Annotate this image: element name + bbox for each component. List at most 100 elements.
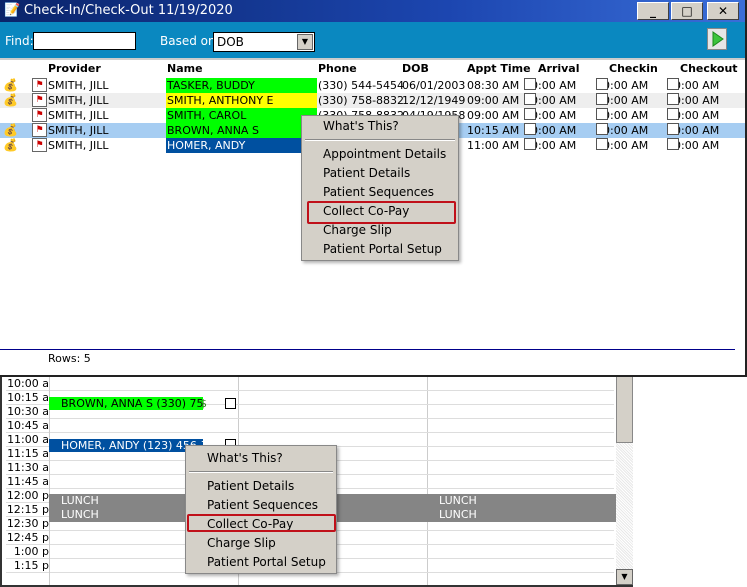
checkout-checkbox[interactable] bbox=[667, 123, 679, 135]
col-appt-time[interactable]: Appt Time bbox=[467, 62, 531, 75]
menu-item-patient-portal-setup[interactable]: Patient Portal Setup bbox=[207, 555, 326, 569]
menu-item-charge-slip[interactable]: Charge Slip bbox=[323, 223, 392, 237]
menu-item-patient-sequences[interactable]: Patient Sequences bbox=[323, 185, 434, 199]
time-label: 12:45 p bbox=[6, 531, 50, 545]
menu-item-patient-details[interactable]: Patient Details bbox=[323, 166, 410, 180]
schedule-appointment-homer[interactable]: HOMER, ANDY (123) 456-7 bbox=[49, 439, 203, 452]
checkin-checkbox[interactable] bbox=[596, 93, 608, 105]
money-bag-icon: 💰 bbox=[3, 93, 18, 107]
maximize-button[interactable]: □ bbox=[671, 2, 703, 20]
checkin-checkbox[interactable] bbox=[596, 78, 608, 90]
checkout-checkbox[interactable] bbox=[667, 108, 679, 120]
find-input[interactable] bbox=[33, 32, 136, 50]
flag-icon[interactable]: ⚑ bbox=[32, 138, 47, 152]
schedule-appointment-brown[interactable]: BROWN, ANNA S (330) 758 bbox=[49, 397, 203, 410]
money-bag-icon: 💰 bbox=[3, 138, 18, 152]
menu-item-charge-slip[interactable]: Charge Slip bbox=[207, 536, 276, 550]
checkin-cell: 00:00 AM bbox=[596, 108, 649, 122]
based-on-select[interactable]: DOB ▼ bbox=[213, 32, 315, 52]
arrival-checkbox[interactable] bbox=[524, 108, 536, 120]
menu-item-appointment-details[interactable]: Appointment Details bbox=[323, 147, 446, 161]
flag-icon[interactable]: ⚑ bbox=[32, 123, 47, 137]
close-button[interactable]: ✕ bbox=[707, 2, 739, 20]
arrival-checkbox[interactable] bbox=[524, 93, 536, 105]
col-provider[interactable]: Provider bbox=[48, 62, 101, 75]
checkin-cell: 00:00 AM bbox=[596, 123, 649, 137]
menu-item-patient-sequences[interactable]: Patient Sequences bbox=[207, 498, 318, 512]
name-cell: SMITH, ANTHONY E bbox=[166, 93, 317, 108]
time-label: 11:30 a bbox=[7, 461, 50, 475]
checkout-checkbox[interactable] bbox=[667, 138, 679, 150]
phone-cell: (330) 544-5454 bbox=[318, 79, 405, 92]
checkout-checkbox[interactable] bbox=[667, 78, 679, 90]
time-label: 12:00 p bbox=[6, 489, 50, 503]
col-dob[interactable]: DOB bbox=[402, 62, 429, 75]
provider-cell: SMITH, JILL bbox=[48, 109, 109, 122]
money-bag-icon: 💰 bbox=[3, 78, 18, 92]
arrival-cell: 00:00 AM bbox=[524, 108, 577, 122]
time-label: 1:15 p bbox=[6, 559, 50, 573]
checkout-cell: 00:00 AM bbox=[667, 138, 720, 152]
minimize-button[interactable]: _ bbox=[637, 2, 669, 20]
time-label: 11:00 a bbox=[7, 433, 50, 447]
menu-item-patient-details[interactable]: Patient Details bbox=[207, 479, 294, 493]
arrival-checkbox[interactable] bbox=[524, 78, 536, 90]
arrival-cell: 00:00 AM bbox=[524, 123, 577, 137]
time-label: 10:15 a bbox=[7, 391, 50, 405]
provider-cell: SMITH, JILL bbox=[48, 94, 109, 107]
arrival-checkbox[interactable] bbox=[524, 138, 536, 150]
checkout-cell: 00:00 AM bbox=[667, 108, 720, 122]
flag-icon[interactable]: ⚑ bbox=[32, 93, 47, 107]
phone-cell: (330) 758-8832 bbox=[318, 94, 405, 107]
menu-item-whats-this[interactable]: What's This? bbox=[207, 451, 283, 465]
name-cell: BROWN, ANNA S bbox=[166, 123, 317, 138]
name-cell: SMITH, CAROL bbox=[166, 108, 317, 123]
arrival-cell: 00:00 AM bbox=[524, 138, 577, 152]
table-row[interactable]: 💰 ⚑ SMITH, JILL SMITH, ANTHONY E (330) 7… bbox=[0, 93, 745, 108]
menu-item-whats-this[interactable]: What's This? bbox=[323, 119, 399, 133]
col-phone[interactable]: Phone bbox=[318, 62, 357, 75]
appt-time-cell: 10:15 AM bbox=[467, 124, 520, 137]
menu-separator bbox=[189, 471, 333, 473]
menu-item-patient-portal-setup[interactable]: Patient Portal Setup bbox=[323, 242, 442, 256]
schedule-row[interactable]: 10:45 a bbox=[6, 419, 614, 433]
based-on-label: Based on: bbox=[160, 34, 220, 48]
col-arrival[interactable]: Arrival bbox=[538, 62, 580, 75]
vertical-scrollbar[interactable]: ▼ bbox=[616, 370, 633, 585]
divider bbox=[0, 58, 745, 60]
time-label: 11:15 a bbox=[7, 447, 50, 461]
checkin-checkbox[interactable] bbox=[596, 123, 608, 135]
checkin-checkbox[interactable] bbox=[596, 138, 608, 150]
title-bar: 📝 Check-In/Check-Out 11/19/2020 _ □ ✕ bbox=[0, 0, 745, 22]
col-checkout[interactable]: Checkout bbox=[680, 62, 738, 75]
go-button[interactable] bbox=[707, 28, 727, 50]
schedule-checkbox[interactable] bbox=[225, 398, 236, 409]
schedule-row[interactable]: 10:00 a bbox=[6, 377, 614, 391]
checkout-checkbox[interactable] bbox=[667, 93, 679, 105]
play-arrow-icon bbox=[712, 31, 724, 47]
arrival-checkbox[interactable] bbox=[524, 123, 536, 135]
checkin-cell: 00:00 AM bbox=[596, 138, 649, 152]
context-menu-schedule: What's This? Patient Details Patient Seq… bbox=[185, 445, 337, 574]
money-bag-icon: $ bbox=[200, 397, 207, 410]
scroll-thumb[interactable] bbox=[616, 370, 633, 443]
money-bag-icon: 💰 bbox=[3, 123, 18, 137]
name-cell: HOMER, ANDY bbox=[166, 138, 317, 153]
appt-time-cell: 09:00 AM bbox=[467, 94, 520, 107]
flag-icon[interactable]: ⚑ bbox=[32, 78, 47, 92]
checkin-checkbox[interactable] bbox=[596, 108, 608, 120]
checkout-cell: 00:00 AM bbox=[667, 93, 720, 107]
checkin-cell: 00:00 AM bbox=[596, 78, 649, 92]
checkout-cell: 00:00 AM bbox=[667, 123, 720, 137]
time-label: 11:45 a bbox=[7, 475, 50, 489]
col-checkin[interactable]: Checkin bbox=[609, 62, 658, 75]
scroll-down-arrow-icon[interactable]: ▼ bbox=[616, 569, 633, 585]
flag-icon[interactable]: ⚑ bbox=[32, 108, 47, 122]
chevron-down-icon[interactable]: ▼ bbox=[297, 34, 313, 50]
dob-cell: 12/12/1949 bbox=[402, 94, 466, 107]
highlight-box bbox=[307, 201, 456, 224]
table-row[interactable]: 💰 ⚑ SMITH, JILL TASKER, BUDDY (330) 544-… bbox=[0, 78, 745, 93]
time-label: 10:30 a bbox=[7, 405, 50, 419]
time-label: 1:00 p bbox=[6, 545, 50, 559]
col-name[interactable]: Name bbox=[167, 62, 203, 75]
